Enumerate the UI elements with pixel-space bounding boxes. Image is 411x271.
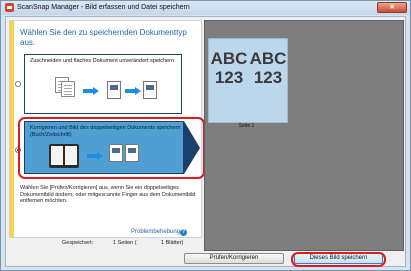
selected-option-highlight <box>18 117 205 179</box>
arrow-right-icon <box>83 87 99 95</box>
save-button-highlight <box>291 252 386 267</box>
page-thumbnail[interactable]: ABC ABC 123 123 <box>208 38 288 123</box>
document-type-panel: Wählen Sie den zu speichernden Dokumentt… <box>9 20 205 238</box>
info-text: Wählen Sie [Prüfen/Korrigieren] aus, wen… <box>20 185 196 204</box>
option1-radio[interactable] <box>15 81 21 87</box>
preview-text-123-left: 123 <box>214 68 244 87</box>
output-page-icon <box>107 81 121 99</box>
help-icon[interactable]: ? <box>180 229 187 236</box>
bottom-button-bar: Prüfen/Korrigieren Dieses Bild speichern <box>6 252 405 267</box>
saved-sheets: 1 Blätter) <box>161 240 184 246</box>
check-correct-button[interactable]: Prüfen/Korrigieren <box>184 253 284 264</box>
page-caption: Seite 1 <box>238 123 255 129</box>
output-page-icon-2 <box>143 81 157 99</box>
troubleshooting-link[interactable]: Problembehebung <box>131 229 180 235</box>
preview-text-abc-left: ABC <box>210 49 248 68</box>
client-area: Wählen Sie den zu speichernden Dokumentt… <box>5 16 406 267</box>
scansnap-window: ScanSnap Manager - Bild erfassen und Dat… <box>0 0 411 271</box>
flat-document-icon-back <box>61 81 75 97</box>
preview-text-123-right: 123 <box>253 68 283 87</box>
title-bar[interactable]: ScanSnap Manager - Bild erfassen und Dat… <box>1 1 410 15</box>
saved-pages: 1 Seiten ( <box>113 240 137 246</box>
option1-label: Zuschneiden und flaches Dokument unverän… <box>30 58 175 64</box>
panel-heading: Wählen Sie den zu speichernden Dokumentt… <box>20 28 187 47</box>
close-button[interactable]: ✕ <box>377 2 407 13</box>
saved-label: Gespeichert: <box>62 240 94 246</box>
image-preview-pane[interactable]: ABC ABC 123 123 Seite 1 <box>204 20 404 251</box>
preview-text-abc-right: ABC <box>249 49 287 68</box>
option-flat-document[interactable]: Zuschneiden und flaches Dokument unverän… <box>24 54 182 114</box>
scansnap-app-icon <box>5 3 14 12</box>
saved-count-row: Gespeichert: 1 Seiten ( 1 Blätter) <box>9 239 202 248</box>
panel-accent-bar <box>10 21 14 237</box>
window-title: ScanSnap Manager - Bild erfassen und Dat… <box>17 4 190 11</box>
arrow-right-icon-2 <box>125 87 141 95</box>
